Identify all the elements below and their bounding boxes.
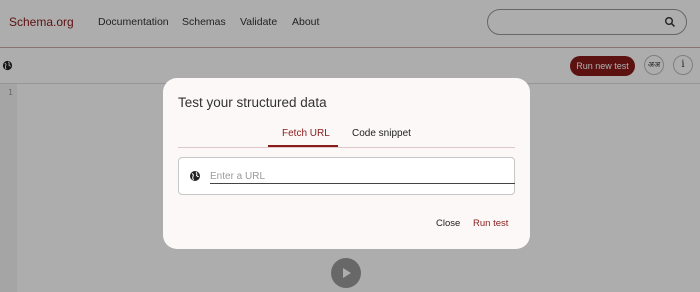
test-dialog: Test your structured data Fetch URL Code… (163, 78, 530, 249)
url-field[interactable] (178, 157, 515, 195)
globe-icon (190, 171, 200, 181)
tab-code-snippet[interactable]: Code snippet (352, 128, 411, 139)
url-input[interactable] (210, 170, 515, 184)
tab-fetch-url[interactable]: Fetch URL (282, 128, 330, 139)
tab-divider (178, 147, 515, 148)
run-test-button[interactable]: Run test (473, 218, 508, 229)
dialog-title: Test your structured data (178, 95, 327, 110)
close-button[interactable]: Close (436, 218, 460, 229)
